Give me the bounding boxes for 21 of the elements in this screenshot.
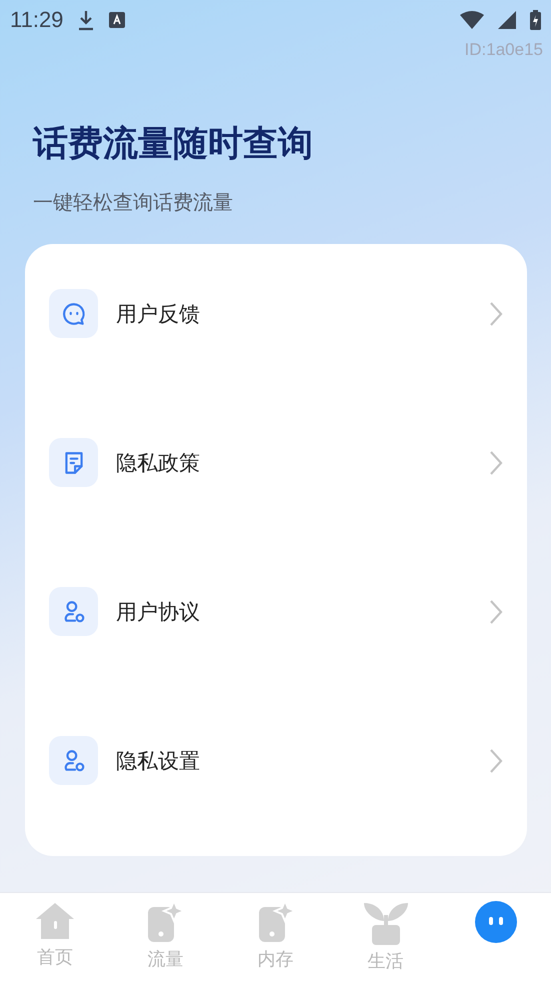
chat-bubble-icon bbox=[60, 300, 86, 326]
chevron-right-icon[interactable] bbox=[489, 598, 503, 624]
menu-item[interactable]: 用户反馈 bbox=[116, 300, 471, 328]
chevron-right-icon[interactable] bbox=[489, 300, 503, 326]
signal-icon bbox=[498, 11, 516, 29]
menu-item[interactable]: 隐私设置 bbox=[116, 746, 471, 774]
page-title: 话费流量随时查询 bbox=[33, 123, 314, 166]
keyboard-icon bbox=[109, 12, 126, 28]
page-subtitle: 一键轻松查询话费流量 bbox=[33, 189, 234, 216]
menu-item[interactable]: 隐私政策 bbox=[116, 448, 471, 476]
plant-pot-icon bbox=[362, 901, 410, 945]
chevron-right-icon[interactable] bbox=[489, 748, 503, 774]
download-icon bbox=[77, 9, 96, 31]
status-time: 11:29 bbox=[10, 7, 64, 33]
home-icon bbox=[34, 901, 76, 941]
account-id: ID:1a0e15 bbox=[464, 40, 543, 60]
chevron-right-icon[interactable] bbox=[489, 450, 503, 476]
wifi-icon bbox=[460, 11, 484, 29]
menu-item[interactable]: 用户协议 bbox=[116, 598, 471, 626]
face-icon bbox=[474, 901, 517, 943]
battery-icon bbox=[530, 10, 541, 30]
